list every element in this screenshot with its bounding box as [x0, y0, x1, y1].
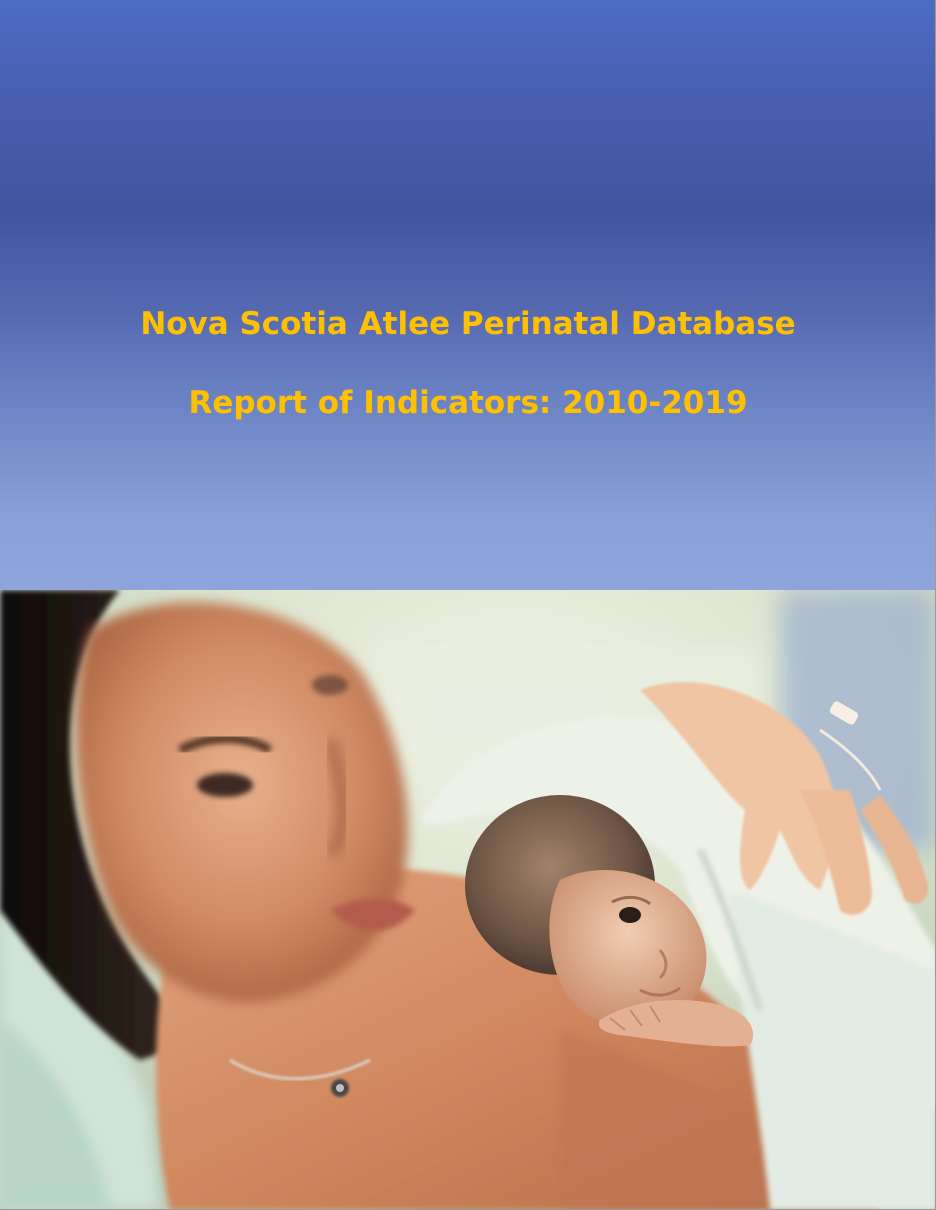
cover-banner: Nova Scotia Atlee Perinatal Database Rep…: [0, 0, 935, 590]
report-cover-page: Nova Scotia Atlee Perinatal Database Rep…: [0, 0, 936, 1210]
mother-newborn-photo: [0, 590, 935, 1209]
cover-photo: [0, 590, 935, 1209]
report-title: Nova Scotia Atlee Perinatal Database: [140, 306, 796, 342]
report-subtitle: Report of Indicators: 2010-2019: [188, 385, 748, 421]
